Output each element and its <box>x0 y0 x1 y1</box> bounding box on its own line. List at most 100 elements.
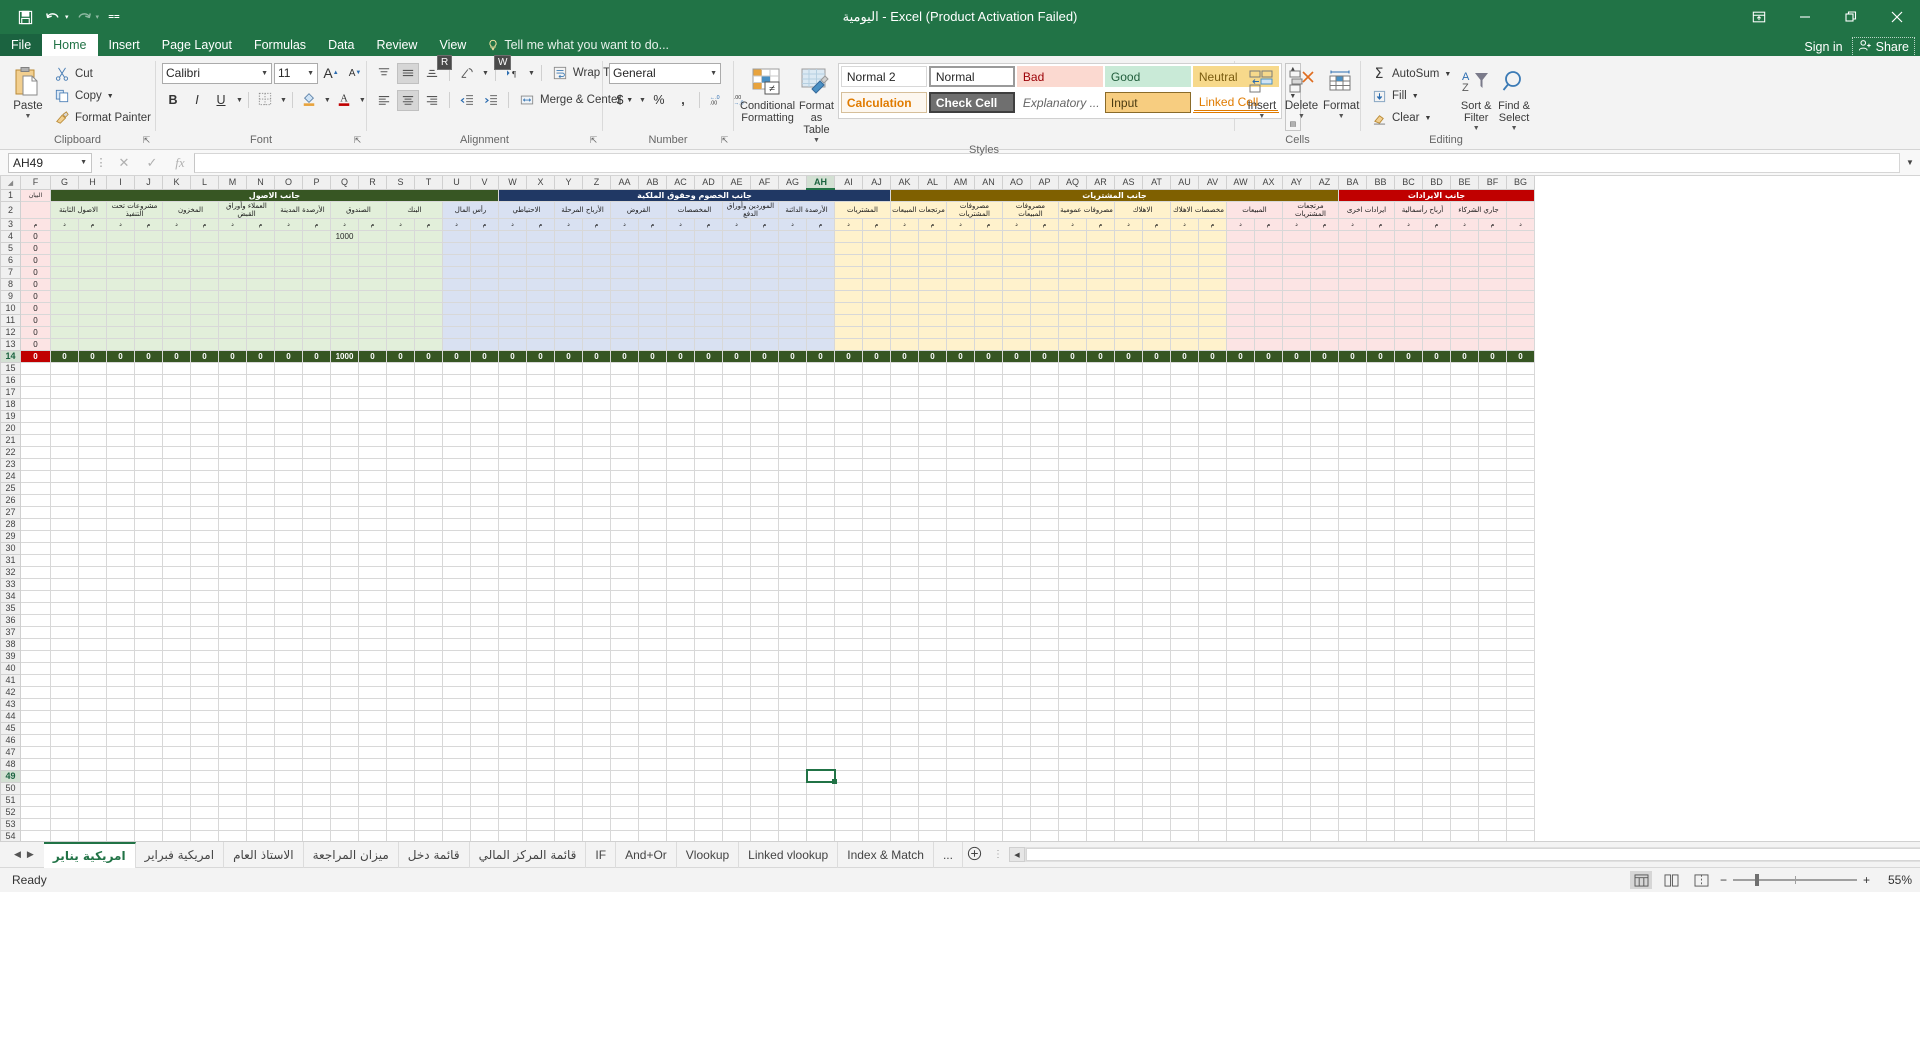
cell-AA36[interactable] <box>610 613 639 627</box>
table-row[interactable]: 25 <box>0 481 1535 495</box>
cell-AB48[interactable] <box>638 757 667 771</box>
cell-U40[interactable] <box>442 661 471 675</box>
cell-AC24[interactable] <box>666 469 695 483</box>
paste-dropdown-icon[interactable]: ▼ <box>25 113 32 120</box>
cell-AM51[interactable] <box>946 793 975 807</box>
dc-header-H[interactable]: م <box>78 217 107 231</box>
cell-AQ23[interactable] <box>1058 457 1087 471</box>
cell-BF32[interactable] <box>1478 565 1507 579</box>
cell-BD24[interactable] <box>1422 469 1451 483</box>
cell-AQ44[interactable] <box>1058 709 1087 723</box>
cell-AJ25[interactable] <box>862 481 891 495</box>
cell-AI10[interactable] <box>834 301 863 315</box>
orientation-button[interactable] <box>456 63 478 84</box>
cell-AM9[interactable] <box>946 289 975 303</box>
cell-Q8[interactable] <box>330 277 359 291</box>
cell-R21[interactable] <box>358 433 387 447</box>
cell-BD25[interactable] <box>1422 481 1451 495</box>
cell-AS36[interactable] <box>1114 613 1143 627</box>
cell-K44[interactable] <box>162 709 191 723</box>
cell-AX7[interactable] <box>1254 265 1283 279</box>
cell-BG24[interactable] <box>1506 469 1535 483</box>
cell-AU6[interactable] <box>1170 253 1199 267</box>
cell-BA48[interactable] <box>1338 757 1367 771</box>
cell-T7[interactable] <box>414 265 443 279</box>
cell-AY29[interactable] <box>1282 529 1311 543</box>
cell-BG38[interactable] <box>1506 637 1535 651</box>
cell-AT44[interactable] <box>1142 709 1171 723</box>
cell-U53[interactable] <box>442 817 471 831</box>
cell-BF10[interactable] <box>1478 301 1507 315</box>
cell-BD37[interactable] <box>1422 625 1451 639</box>
cell-AP38[interactable] <box>1030 637 1059 651</box>
cell-O24[interactable] <box>274 469 303 483</box>
total-cell-P[interactable]: 0 <box>302 349 331 363</box>
cell-AA5[interactable] <box>610 241 639 255</box>
cell-W48[interactable] <box>498 757 527 771</box>
dc-header-AT[interactable]: م <box>1142 217 1171 231</box>
dc-header-AC[interactable]: د <box>666 217 695 231</box>
cell-AB9[interactable] <box>638 289 667 303</box>
cell-BE34[interactable] <box>1450 589 1479 603</box>
cell-S37[interactable] <box>386 625 415 639</box>
cell-AD8[interactable] <box>694 277 723 291</box>
cell-H50[interactable] <box>78 781 107 795</box>
cell-AM38[interactable] <box>946 637 975 651</box>
cell-AU49[interactable] <box>1170 769 1199 783</box>
cell-BE29[interactable] <box>1450 529 1479 543</box>
cell-BC16[interactable] <box>1394 373 1423 387</box>
cell-AC27[interactable] <box>666 505 695 519</box>
cell-AS25[interactable] <box>1114 481 1143 495</box>
cell-AJ24[interactable] <box>862 469 891 483</box>
cell-Y36[interactable] <box>554 613 583 627</box>
cell-AX36[interactable] <box>1254 613 1283 627</box>
cell-U48[interactable] <box>442 757 471 771</box>
cell-L33[interactable] <box>190 577 219 591</box>
cell-I41[interactable] <box>106 673 135 687</box>
cell-AH47[interactable] <box>806 745 835 759</box>
cell-L45[interactable] <box>190 721 219 735</box>
cell-Y25[interactable] <box>554 481 583 495</box>
cell-AQ10[interactable] <box>1058 301 1087 315</box>
cell-I43[interactable] <box>106 697 135 711</box>
cell-BG6[interactable] <box>1506 253 1535 267</box>
cell-AH5[interactable] <box>806 241 835 255</box>
cell-BE26[interactable] <box>1450 493 1479 507</box>
cell-AN40[interactable] <box>974 661 1003 675</box>
cell-AW39[interactable] <box>1226 649 1255 663</box>
cell-AK38[interactable] <box>890 637 919 651</box>
cell-AD47[interactable] <box>694 745 723 759</box>
cell-M51[interactable] <box>218 793 247 807</box>
cell-AM28[interactable] <box>946 517 975 531</box>
cell-N12[interactable] <box>246 325 275 339</box>
copy-dropdown-icon[interactable]: ▼ <box>107 93 114 100</box>
row-header-18[interactable]: 18 <box>0 397 21 411</box>
cell-BG43[interactable] <box>1506 697 1535 711</box>
cell-X54[interactable] <box>526 829 555 841</box>
cell-AN15[interactable] <box>974 361 1003 375</box>
cell-AT39[interactable] <box>1142 649 1171 663</box>
cell-M5[interactable] <box>218 241 247 255</box>
group-header-3[interactable]: العملاء وأوراق القبض <box>218 200 275 219</box>
cell-AU50[interactable] <box>1170 781 1199 795</box>
cell-N30[interactable] <box>246 541 275 555</box>
cell-V23[interactable] <box>470 457 499 471</box>
cell-X46[interactable] <box>526 733 555 747</box>
cell-AN45[interactable] <box>974 721 1003 735</box>
cell-M24[interactable] <box>218 469 247 483</box>
cell-H52[interactable] <box>78 805 107 819</box>
cell-AZ24[interactable] <box>1310 469 1339 483</box>
row-header-29[interactable]: 29 <box>0 529 21 543</box>
cell-BB21[interactable] <box>1366 433 1395 447</box>
cell-AY16[interactable] <box>1282 373 1311 387</box>
cell-Z24[interactable] <box>582 469 611 483</box>
cell-AA42[interactable] <box>610 685 639 699</box>
cell-BB6[interactable] <box>1366 253 1395 267</box>
cell-Z44[interactable] <box>582 709 611 723</box>
cell-AT23[interactable] <box>1142 457 1171 471</box>
cell-BE17[interactable] <box>1450 385 1479 399</box>
cell-AV36[interactable] <box>1198 613 1227 627</box>
cell-AJ21[interactable] <box>862 433 891 447</box>
cell-AI33[interactable] <box>834 577 863 591</box>
cell-AB25[interactable] <box>638 481 667 495</box>
